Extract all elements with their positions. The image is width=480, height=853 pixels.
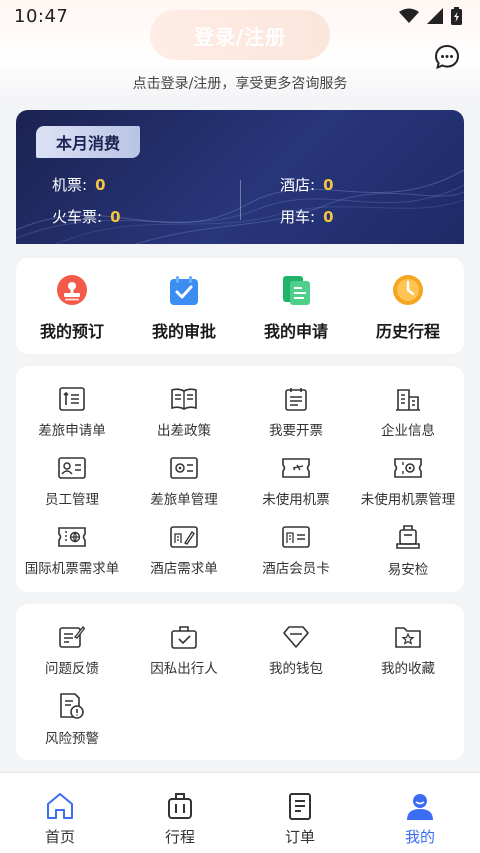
stamp-icon	[54, 272, 90, 308]
warning-doc-icon	[58, 693, 86, 719]
luggage-icon	[394, 524, 422, 550]
hotel-card-icon	[282, 524, 310, 549]
other-feedback[interactable]: 问题反馈	[16, 608, 128, 677]
sort-list-icon	[58, 386, 86, 411]
order-icon	[284, 790, 316, 822]
plane-ticket-icon	[282, 455, 310, 480]
services-card: 差旅申请单 出差政策 我要开票 企业信息 员工管理 差旅单管理 未使用机票 未使…	[16, 366, 464, 592]
application-doc-icon	[278, 272, 314, 308]
quick-item-bookings[interactable]: 我的预订	[16, 272, 128, 342]
service-company-info[interactable]: 企业信息	[352, 370, 464, 439]
user-icon	[404, 790, 436, 822]
service-unused-tickets[interactable]: 未使用机票	[240, 439, 352, 508]
service-hotel-request[interactable]: 酒店需求单	[128, 508, 240, 577]
gear-ticket-icon	[394, 455, 422, 480]
monthly-spend-card[interactable]: 本月消费 机票: 0 酒店: 0 火车票: 0 用车: 0	[16, 110, 464, 244]
chat-button[interactable]	[432, 42, 462, 72]
briefcase-check-icon	[170, 624, 198, 649]
service-travel-policy[interactable]: 出差政策	[128, 370, 240, 439]
flight-spend: 机票: 0	[52, 176, 106, 194]
quick-item-applications[interactable]: 我的申请	[240, 272, 352, 342]
id-card-icon	[58, 455, 86, 480]
others-card: 问题反馈 因私出行人 我的钱包 我的收藏 风险预警	[16, 604, 464, 760]
service-hotel-member-card[interactable]: 酒店会员卡	[240, 508, 352, 577]
diamond-icon	[282, 624, 310, 649]
building-icon	[394, 386, 422, 411]
service-unused-tickets-management[interactable]: 未使用机票管理	[352, 439, 464, 508]
suitcase-icon	[164, 790, 196, 822]
service-staff-management[interactable]: 员工管理	[16, 439, 128, 508]
status-bar: 10:47	[0, 0, 480, 32]
other-private-traveler[interactable]: 因私出行人	[128, 608, 240, 677]
quick-item-history[interactable]: 历史行程	[352, 272, 464, 342]
tab-trips[interactable]: 行程	[120, 773, 240, 853]
feedback-icon	[58, 624, 86, 649]
tab-home[interactable]: 首页	[0, 773, 120, 853]
train-spend: 火车票: 0	[52, 208, 121, 226]
service-travel-application[interactable]: 差旅申请单	[16, 370, 128, 439]
other-risk-warning[interactable]: 风险预警	[16, 677, 128, 747]
service-travel-order-management[interactable]: 差旅单管理	[128, 439, 240, 508]
status-time: 10:47	[14, 5, 69, 27]
globe-ticket-icon	[58, 524, 86, 549]
spend-title: 本月消费	[36, 126, 140, 158]
tab-orders[interactable]: 订单	[240, 773, 360, 853]
gear-card-icon	[170, 455, 198, 480]
home-icon	[44, 790, 76, 822]
service-easy-security[interactable]: 易安检	[352, 508, 464, 578]
spend-divider	[240, 180, 241, 220]
other-favorites[interactable]: 我的收藏	[352, 608, 464, 677]
service-invoice[interactable]: 我要开票	[240, 370, 352, 439]
hotel-pen-icon	[170, 524, 198, 549]
bottom-tab-bar: 首页 行程 订单 我的	[0, 772, 480, 853]
other-wallet[interactable]: 我的钱包	[240, 608, 352, 677]
tab-mine[interactable]: 我的	[360, 773, 480, 853]
hotel-spend: 酒店: 0	[280, 176, 334, 194]
battery-icon	[451, 7, 462, 25]
invoice-icon	[282, 386, 310, 411]
clock-icon	[390, 272, 426, 308]
book-icon	[170, 386, 198, 411]
car-spend: 用车: 0	[280, 208, 334, 226]
chat-bubble-icon	[434, 44, 460, 70]
login-hint: 点击登录/注册，享受更多咨询服务	[132, 76, 348, 92]
star-folder-icon	[394, 624, 422, 649]
approval-bag-icon	[166, 272, 202, 308]
service-international-ticket-request[interactable]: 国际机票需求单	[16, 508, 128, 577]
quick-item-approvals[interactable]: 我的审批	[128, 272, 240, 342]
quick-actions-card: 我的预订 我的审批 我的申请 历史行程	[16, 258, 464, 354]
signal-icon	[427, 8, 443, 24]
wifi-icon	[399, 8, 419, 23]
